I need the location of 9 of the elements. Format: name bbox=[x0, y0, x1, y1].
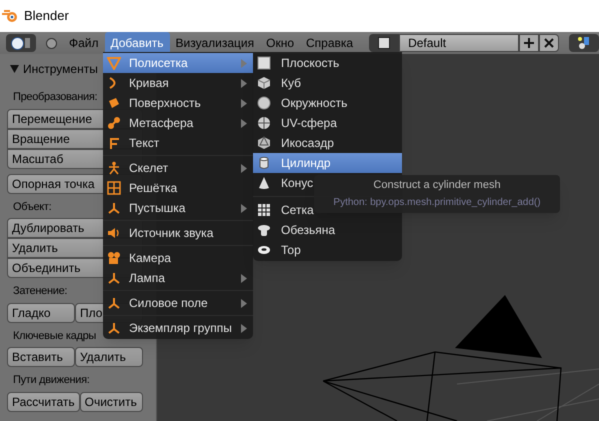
section-label: Преобразования: bbox=[13, 90, 98, 105]
section-label: Пути движения: bbox=[13, 373, 90, 388]
panel-title: Инструменты bbox=[23, 61, 98, 78]
section-label: Ключевые кадры bbox=[13, 328, 96, 344]
section-label: Объект: bbox=[13, 200, 52, 214]
tooltip-python: Python: bpy.ops.mesh.primitive_cylinder_add() bbox=[333, 196, 541, 210]
section-label: Затенение: bbox=[13, 284, 68, 299]
tooltip-title: Construct a cylinder mesh bbox=[373, 178, 501, 193]
window-title: Blender bbox=[24, 7, 69, 26]
